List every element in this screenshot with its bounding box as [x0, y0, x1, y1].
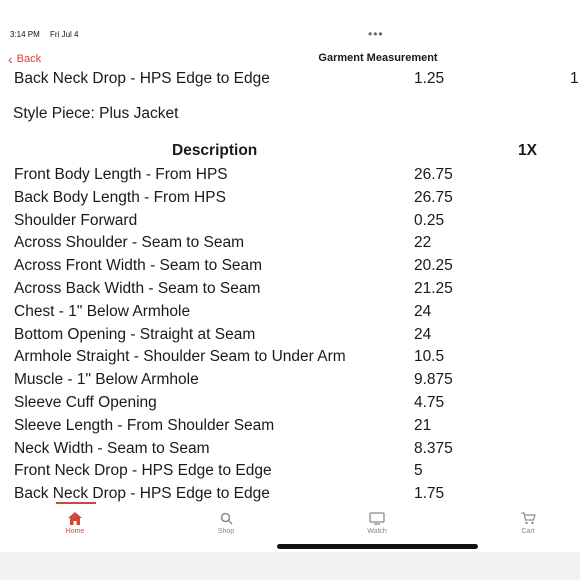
row-value: 10.5 — [414, 348, 445, 366]
row-value: 24 — [414, 325, 432, 343]
tab-watch[interactable]: Watch — [337, 512, 417, 535]
row-description: Back Neck Drop - HPS Edge to Edge — [14, 485, 270, 503]
row-value: 26.75 — [414, 188, 453, 206]
row-description: Back Neck Drop - HPS Edge to Edge — [14, 70, 270, 87]
home-indicator[interactable] — [277, 544, 478, 549]
row-description: Across Shoulder - Seam to Seam — [14, 234, 245, 252]
row-description: Front Body Length - From HPS — [14, 166, 228, 183]
status-date: Fri Jul 4 — [50, 30, 79, 39]
tab-label: Watch — [367, 528, 387, 535]
table-row: Back Body Length - From HPS 26.75 — [14, 187, 574, 209]
table-row: Across Back Width - Seam to Seam 21.25 — [14, 278, 574, 300]
row-value: 21.25 — [414, 280, 453, 297]
table-row: Bottom Opening - Straight at Seam 24 — [14, 324, 574, 346]
tab-shop[interactable]: Shop — [186, 512, 266, 535]
row-description: Sleeve Cuff Opening — [14, 394, 157, 411]
table-row: Chest - 1" Below Armhole 24 — [14, 301, 574, 323]
row-value: 24 — [414, 302, 432, 320]
row-value: 8.375 — [414, 439, 453, 457]
row-extra-value: 1 — [570, 70, 579, 87]
table-row: Back Neck Drop - HPS Edge to Edge 1.75 — [14, 483, 574, 505]
table-row: Muscle - 1" Below Armhole 9.875 — [14, 369, 574, 391]
row-description: Back Body Length - From HPS — [14, 188, 226, 206]
row-description: Front Neck Drop - HPS Edge to Edge — [14, 462, 272, 480]
row-value: 22 — [414, 234, 432, 252]
row-value: 0.25 — [414, 211, 445, 229]
row-value: 26.75 — [414, 166, 453, 183]
table-row: Sleeve Length - From Shoulder Seam 21 — [14, 415, 574, 437]
row-description: Armhole Straight - Shoulder Seam to Unde… — [14, 348, 346, 366]
app-screen: 3:14 PM Fri Jul 4 ••• ‹ Back Garment Mea… — [0, 0, 580, 552]
table-row: Neck Width - Seam to Seam 8.375 — [14, 438, 574, 460]
partial-table-row: Back Neck Drop - HPS Edge to Edge 1.25 1 — [14, 68, 579, 90]
row-description: Shoulder Forward — [14, 211, 138, 229]
status-time: 3:14 PM — [10, 30, 40, 39]
tv-icon — [369, 512, 385, 525]
table-row: Front Body Length - From HPS 26.75 — [14, 164, 574, 186]
table-row: Front Neck Drop - HPS Edge to Edge 5 — [14, 460, 574, 482]
table-row: Sleeve Cuff Opening 4.75 — [14, 392, 574, 414]
row-description: Sleeve Length - From Shoulder Seam — [14, 416, 275, 434]
row-description: Across Front Width - Seam to Seam — [14, 257, 263, 275]
table-row: Shoulder Forward 0.25 — [14, 210, 574, 232]
tab-label: Home — [65, 528, 85, 535]
description-column-header: Description — [172, 142, 258, 159]
row-value: 4.75 — [414, 394, 445, 411]
row-description: Chest - 1" Below Armhole — [14, 302, 191, 320]
row-value: 1.75 — [414, 485, 445, 503]
row-description: Neck Width - Seam to Seam — [14, 439, 210, 457]
row-value: 1.25 — [414, 70, 445, 87]
home-icon — [68, 512, 82, 525]
cart-icon — [521, 512, 536, 525]
row-value: 5 — [414, 462, 423, 480]
status-bar: 3:14 PM Fri Jul 4 — [10, 30, 86, 39]
tab-label: Cart — [521, 528, 535, 535]
row-value: 20.25 — [414, 257, 453, 275]
row-description: Bottom Opening - Straight at Seam — [14, 325, 256, 343]
tab-home[interactable]: Home — [35, 512, 115, 535]
row-value: 9.875 — [414, 371, 453, 389]
tab-label: Shop — [217, 528, 235, 535]
row-description: Across Back Width - Seam to Seam — [14, 280, 261, 297]
tab-cart[interactable]: Cart — [488, 512, 568, 535]
table-row: Across Shoulder - Seam to Seam 22 — [14, 232, 574, 254]
row-description: Muscle - 1" Below Armhole — [14, 371, 199, 389]
page-title: Garment Measurement — [318, 52, 438, 64]
text-underline-mark — [56, 502, 96, 504]
table-row: Across Front Width - Seam to Seam 20.25 — [14, 255, 574, 277]
multitasking-dots[interactable]: ••• — [368, 27, 384, 41]
search-icon — [220, 512, 233, 525]
table-row: Armhole Straight - Shoulder Seam to Unde… — [14, 346, 574, 368]
size-column-header: 1X — [518, 142, 537, 159]
row-value: 21 — [414, 416, 432, 434]
measurement-content[interactable]: Back Neck Drop - HPS Edge to Edge 1.25 1… — [0, 68, 580, 508]
style-piece-heading: Style Piece: Plus Jacket — [13, 105, 179, 122]
